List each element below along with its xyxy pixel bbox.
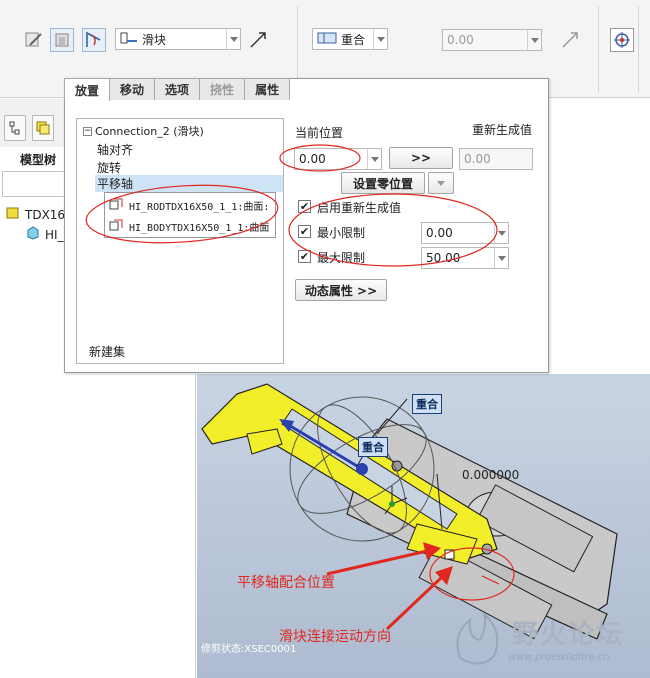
go-to-position-button[interactable]: >>	[389, 147, 453, 169]
min-limit-label: 最小限制	[317, 226, 366, 240]
current-position-label: 当前位置	[295, 126, 344, 140]
max-limit-input[interactable]: 50.00	[421, 247, 509, 269]
tree-item-label: HI_	[45, 227, 64, 242]
layer-tab-icon[interactable]	[32, 115, 54, 141]
chevron-down-icon[interactable]	[494, 248, 508, 268]
panel-tab-bar: 放置 移动 选项 挠性 属性	[64, 78, 291, 101]
set-zero-position-button[interactable]: 设置零位置	[341, 172, 425, 194]
sketch-icon[interactable]	[22, 28, 46, 52]
divider	[598, 6, 599, 92]
constraint-tag[interactable]: 重合	[412, 394, 442, 414]
reference-label: HI_BODYTDX16X50_1_1:曲面	[129, 223, 270, 234]
min-limit-checkbox[interactable]: ✔	[298, 225, 311, 238]
regen-value-input[interactable]: 0.00	[459, 148, 533, 170]
set-zero-menu-button[interactable]	[428, 172, 454, 194]
check-icon: ✔	[299, 225, 310, 238]
offset-value: 0.00	[447, 33, 474, 47]
surface-icon	[109, 197, 125, 214]
annotation-mate-position: 平移轴配合位置	[237, 575, 335, 591]
part-icon	[26, 226, 40, 243]
move-icon[interactable]	[610, 28, 634, 52]
chevron-down-icon[interactable]	[367, 149, 381, 169]
assembly-icon	[6, 206, 20, 223]
enable-regen-label: 启用重新生成值	[317, 201, 402, 215]
tab-placement[interactable]: 放置	[64, 78, 111, 101]
tab-properties[interactable]: 属性	[244, 78, 291, 100]
mode-value: 滑块	[142, 32, 167, 47]
tree-item-label: TDX16	[25, 207, 66, 222]
min-limit-input[interactable]: 0.00	[421, 222, 509, 244]
datum-icon[interactable]	[50, 28, 74, 52]
chevron-down-icon[interactable]	[527, 30, 541, 50]
check-icon: ✔	[299, 250, 310, 263]
list-item-rotation[interactable]: 旋转	[97, 159, 121, 176]
reference-item[interactable]: HI_BODYTDX16X50_1_1:曲面	[109, 218, 269, 235]
connection-name: Connection_2 (滑块)	[95, 125, 204, 138]
max-limit-value: 50.00	[426, 251, 461, 265]
model-viewport[interactable]: 重合 重合 0.000000 平移轴配合位置 滑块连接运动方向 修剪状态:XSE…	[197, 374, 650, 678]
check-icon: ✔	[299, 200, 310, 213]
connection-header[interactable]: − Connection_2 (滑块)	[83, 123, 204, 139]
current-position-input[interactable]: 0.00	[294, 148, 382, 170]
connection-list: − Connection_2 (滑块) 轴对齐 旋转 平移轴 新建集	[76, 118, 284, 364]
new-set-link[interactable]: 新建集	[89, 343, 125, 360]
tree-item-assembly[interactable]: TDX16	[6, 206, 65, 223]
angle-icon[interactable]	[82, 28, 106, 52]
reference-item[interactable]: HI_RODTDX16X50_1_1:曲面:	[109, 197, 269, 214]
max-limit-checkbox[interactable]: ✔	[298, 250, 311, 263]
chevron-down-icon[interactable]	[373, 29, 387, 49]
dimension-value[interactable]: 0.000000	[462, 468, 519, 482]
list-item-axis-align[interactable]: 轴对齐	[97, 141, 133, 158]
tab-options[interactable]: 选项	[154, 78, 201, 100]
reference-label: HI_RODTDX16X50_1_1:曲面:	[129, 202, 270, 213]
mode-combo[interactable]: 滑块	[115, 28, 241, 50]
min-limit-value: 0.00	[426, 226, 453, 240]
constraint-value: 重合	[341, 32, 366, 47]
offset-combo[interactable]: 0.00	[442, 29, 542, 51]
flip-icon[interactable]	[558, 28, 582, 52]
chevron-down-icon	[437, 180, 445, 186]
section-status: 修剪状态:XSEC0001	[201, 644, 297, 655]
chevron-down-icon[interactable]	[226, 29, 240, 49]
flip-icon[interactable]	[246, 28, 270, 52]
forum-watermark: 野火论坛 www.proewildfire.cn	[448, 610, 644, 672]
watermark-url: www.proewildfire.cn	[508, 652, 610, 663]
slider-icon	[120, 31, 138, 48]
regen-value: 0.00	[464, 152, 491, 166]
collapse-icon[interactable]: −	[83, 126, 92, 136]
regen-value-label: 重新生成值	[472, 123, 533, 137]
chevron-down-icon[interactable]	[494, 223, 508, 243]
divider	[638, 6, 639, 92]
surface-icon	[109, 218, 125, 235]
tree-item-part[interactable]: HI_	[26, 226, 64, 243]
constraint-combo[interactable]: 重合	[312, 28, 388, 50]
enable-regen-checkbox[interactable]: ✔	[298, 200, 311, 213]
constraint-tag[interactable]: 重合	[358, 437, 388, 457]
constraint-icon	[317, 31, 337, 48]
max-limit-label: 最大限制	[317, 251, 366, 265]
reference-collector[interactable]: HI_RODTDX16X50_1_1:曲面: HI_BODYTDX16X50_1…	[104, 192, 276, 238]
current-position-value: 0.00	[299, 152, 326, 166]
dynamic-properties-button[interactable]: 动态属性 >>	[295, 279, 387, 301]
tree-tab-icon[interactable]	[4, 115, 26, 141]
list-item-translation-axis[interactable]: 平移轴	[95, 175, 283, 192]
tab-flexibility[interactable]: 挠性	[199, 78, 246, 100]
tab-move[interactable]: 移动	[109, 78, 156, 100]
panel-title: 模型树	[20, 153, 57, 167]
watermark-title: 野火论坛	[512, 620, 625, 650]
